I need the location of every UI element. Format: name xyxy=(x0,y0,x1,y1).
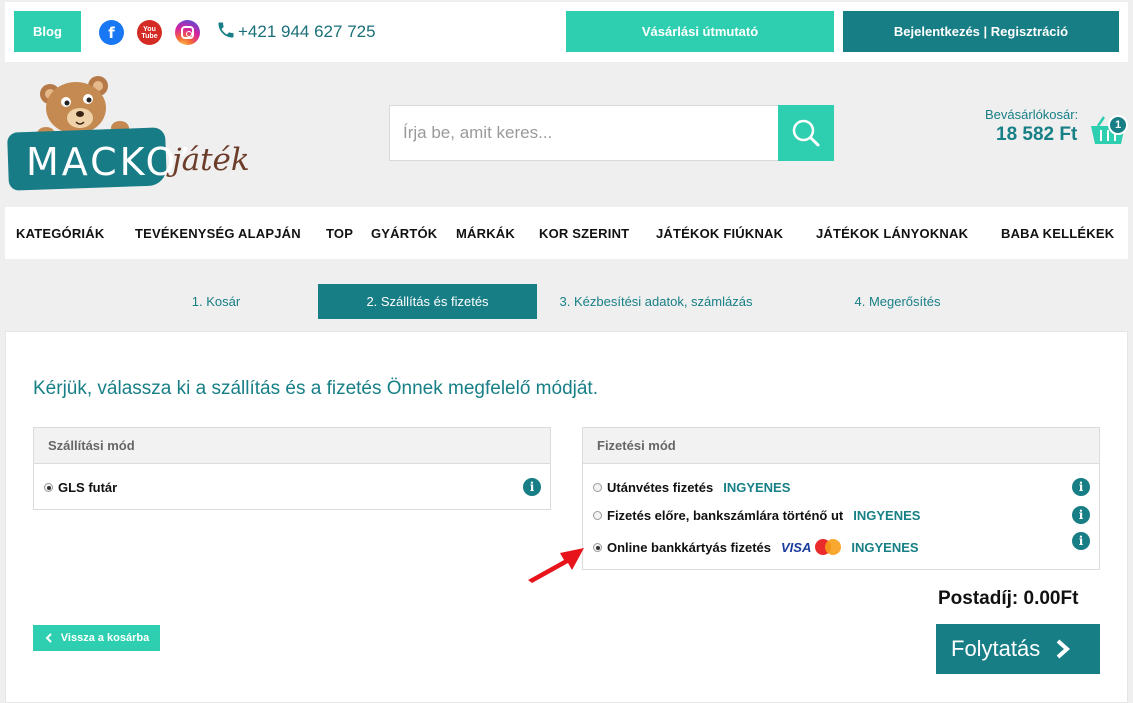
cart-count-badge: 1 xyxy=(1108,115,1128,135)
payment-panel-title: Fizetési mód xyxy=(583,428,1099,464)
instagram-icon[interactable] xyxy=(175,20,200,45)
phone-number[interactable]: +421 944 627 725 xyxy=(238,22,376,42)
radio-button[interactable] xyxy=(593,511,602,520)
nav-item-categories[interactable]: KATEGÓRIÁK xyxy=(16,226,104,241)
youtube-icon[interactable]: You Tube xyxy=(137,20,162,45)
logo-subtext[interactable]: játék xyxy=(172,142,250,178)
shipping-option-label: GLS futár xyxy=(58,480,118,495)
step-confirmation: 4. Megerősítés xyxy=(854,294,941,309)
step-cart[interactable]: 1. Kosár xyxy=(150,284,282,319)
info-icon[interactable]: i xyxy=(1072,506,1090,524)
chevron-right-icon xyxy=(1056,639,1071,659)
payment-option-bank-transfer[interactable]: Fizetés előre, bankszámlára történő ut I… xyxy=(593,508,920,523)
page-heading: Kérjük, válassza ki a szállítás és a fiz… xyxy=(33,378,598,399)
visa-logo: VISA xyxy=(781,539,812,555)
mastercard-icon xyxy=(815,539,842,555)
payment-option-card[interactable]: Online bankkártyás fizetés VISA INGYENES xyxy=(593,539,919,555)
nav-item-manufacturers[interactable]: GYÁRTÓK xyxy=(371,226,437,241)
nav-item-baby-supplies[interactable]: BABA KELLÉKEK xyxy=(1001,226,1114,241)
chevron-left-icon xyxy=(45,633,52,643)
logo-text[interactable]: MACKO’ xyxy=(26,140,193,184)
shipping-method-panel: Szállítási mód GLS futár i xyxy=(33,427,551,510)
cart-label[interactable]: Bevásárlókosár: xyxy=(985,107,1078,122)
phone-icon xyxy=(218,22,234,38)
shopping-guide-button[interactable]: Vásárlási útmutató xyxy=(566,11,834,52)
nav-item-brands[interactable]: MÁRKÁK xyxy=(456,226,515,241)
step-shipping-payment[interactable]: 2. Szállítás és fizetés xyxy=(318,284,537,319)
price-free: INGYENES xyxy=(853,508,921,523)
info-icon[interactable]: i xyxy=(523,478,541,496)
red-arrow-icon xyxy=(528,548,584,583)
facebook-icon[interactable]: f xyxy=(99,20,124,45)
nav-item-girls-toys[interactable]: JÁTÉKOK LÁNYOKNAK xyxy=(816,226,968,241)
search-field[interactable] xyxy=(389,105,779,161)
back-to-cart-button[interactable]: Vissza a kosárba xyxy=(33,625,160,651)
nav-item-boys-toys[interactable]: JÁTÉKOK FIÚKNAK xyxy=(656,226,783,241)
payment-method-panel: Fizetési mód Utánvétes fizetés INGYENES … xyxy=(582,427,1100,570)
price-free: INGYENES xyxy=(723,480,791,495)
radio-button[interactable] xyxy=(44,483,53,492)
main-navigation: KATEGÓRIÁK TEVÉKENYSÉG ALAPJÁN TOP GYÁRT… xyxy=(5,207,1128,259)
info-icon[interactable]: i xyxy=(1072,478,1090,496)
payment-option-cod[interactable]: Utánvétes fizetés INGYENES xyxy=(593,480,790,495)
payment-option-label: Fizetés előre, bankszámlára történő ut xyxy=(607,508,844,523)
info-icon[interactable]: i xyxy=(1072,532,1090,550)
shipping-option-gls[interactable]: GLS futár xyxy=(44,480,117,495)
shipping-panel-title: Szállítási mód xyxy=(34,428,550,464)
continue-button[interactable]: Folytatás xyxy=(936,624,1100,674)
step-delivery-billing: 3. Kézbesítési adatok, számlázás xyxy=(559,294,753,309)
blog-button[interactable]: Blog xyxy=(14,11,81,52)
payment-option-label: Online bankkártyás fizetés xyxy=(607,539,772,555)
nav-item-top[interactable]: TOP xyxy=(326,226,353,241)
postage-total: Postadíj: 0.00Ft xyxy=(938,588,1079,609)
radio-button[interactable] xyxy=(593,542,602,552)
payment-option-label: Utánvétes fizetés xyxy=(607,480,714,495)
search-icon xyxy=(792,119,820,147)
back-to-cart-label: Vissza a kosárba xyxy=(60,632,150,644)
radio-button[interactable] xyxy=(593,483,602,492)
top-bar: Blog f You Tube +421 944 627 725 Vásárlás… xyxy=(5,2,1128,62)
nav-item-by-age[interactable]: KOR SZERINT xyxy=(539,226,629,241)
search-input[interactable] xyxy=(390,106,778,160)
nav-item-by-activity[interactable]: TEVÉKENYSÉG ALAPJÁN xyxy=(135,226,301,241)
login-register-button[interactable]: Bejelentkezés | Regisztráció xyxy=(843,11,1119,52)
price-free: INGYENES xyxy=(851,539,919,555)
cart-total[interactable]: 18 582 Ft xyxy=(996,124,1077,146)
continue-label: Folytatás xyxy=(951,636,1041,661)
search-button[interactable] xyxy=(778,105,834,161)
